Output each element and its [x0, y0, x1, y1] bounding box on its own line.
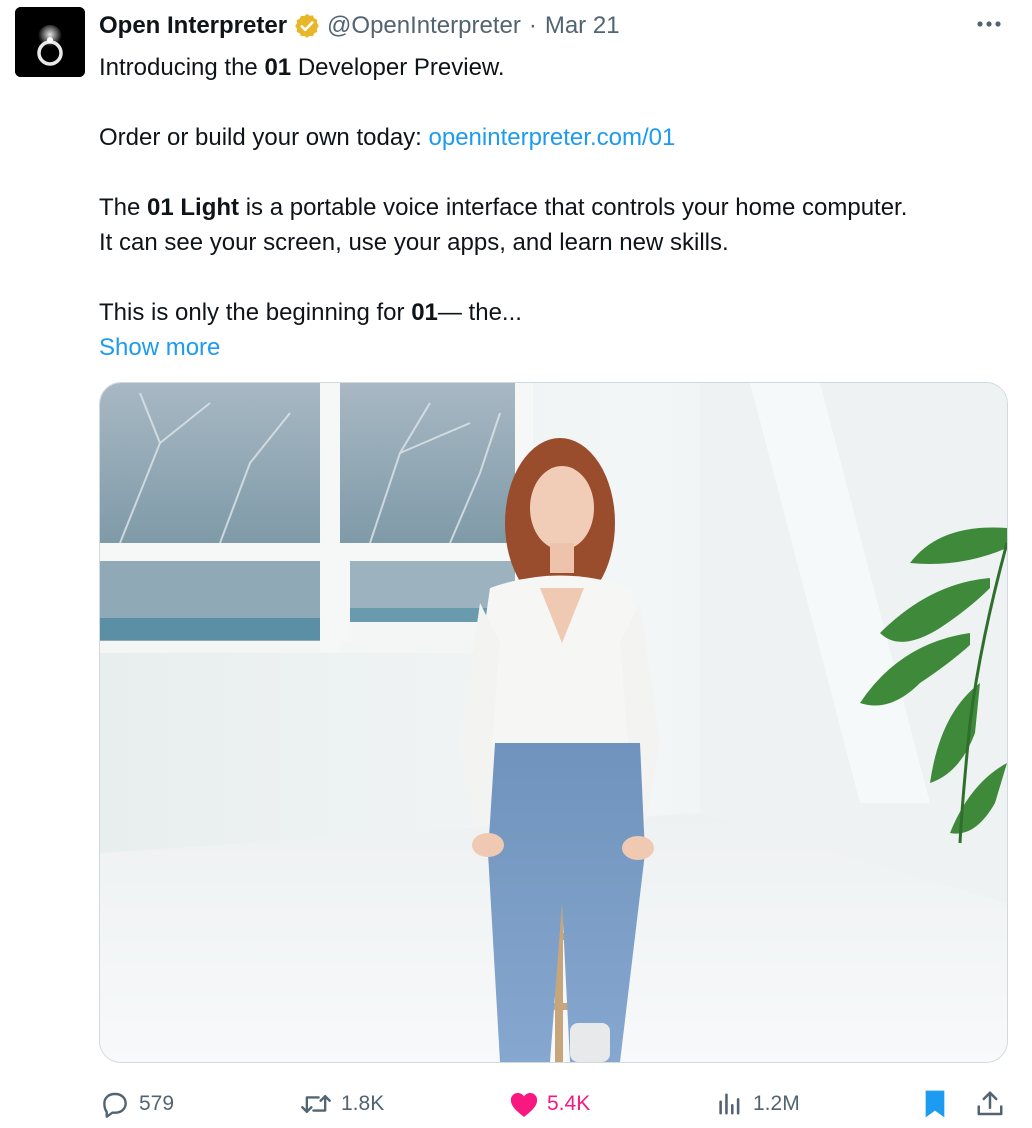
- reply-button[interactable]: 579: [99, 1084, 174, 1124]
- heart-icon: [510, 1093, 538, 1117]
- like-button[interactable]: 5.4K: [509, 1084, 590, 1124]
- light-line-2: It can see your screen, use your apps, a…: [99, 229, 729, 256]
- bookmark-button[interactable]: [921, 1084, 949, 1124]
- order-line: Order or build your own today: openinter…: [99, 124, 676, 151]
- bookmark-icon: [925, 1090, 945, 1118]
- repost-button[interactable]: 1.8K: [299, 1084, 384, 1124]
- header-separator: ·: [528, 12, 537, 39]
- ring-logo-icon: [15, 7, 85, 77]
- views-button[interactable]: 1.2M: [717, 1084, 800, 1124]
- more-dots-icon: [977, 21, 1001, 27]
- views-count: 1.2M: [753, 1092, 800, 1115]
- share-upload-icon: [977, 1091, 1003, 1116]
- verified-badge-icon: [295, 13, 319, 38]
- share-button[interactable]: [975, 1084, 1005, 1124]
- views-bar-chart-icon: [719, 1093, 740, 1115]
- more-options-button[interactable]: [972, 10, 1006, 38]
- avatar[interactable]: [15, 7, 85, 77]
- tweet-date[interactable]: Mar 21: [545, 12, 620, 40]
- order-link[interactable]: openinterpreter.com/01: [429, 124, 676, 151]
- tweet-text: Introducing the 01 Developer Preview. Or…: [99, 50, 1009, 365]
- beginning-line: This is only the beginning for 01— the..…: [99, 299, 522, 326]
- like-count: 5.4K: [547, 1092, 591, 1115]
- author-name[interactable]: Open Interpreter: [99, 12, 287, 40]
- reply-count: 579: [139, 1092, 175, 1115]
- tweet-actions: 579 1.8K 5.4K 1.2M: [99, 1084, 1019, 1124]
- author-handle[interactable]: @OpenInterpreter: [327, 12, 521, 40]
- show-more-link[interactable]: Show more: [99, 334, 220, 361]
- repost-icon: [301, 1094, 331, 1114]
- tweet-header: Open Interpreter @OpenInterpreter · Mar …: [99, 10, 620, 42]
- repost-count: 1.8K: [341, 1092, 385, 1115]
- tweet-video[interactable]: [99, 382, 1008, 1063]
- light-line: The 01 Light is a portable voice interfa…: [99, 194, 908, 221]
- video-still-image: [100, 383, 1007, 1062]
- reply-bubble-icon: [103, 1092, 127, 1118]
- intro-line: Introducing the 01 Developer Preview.: [99, 54, 505, 81]
